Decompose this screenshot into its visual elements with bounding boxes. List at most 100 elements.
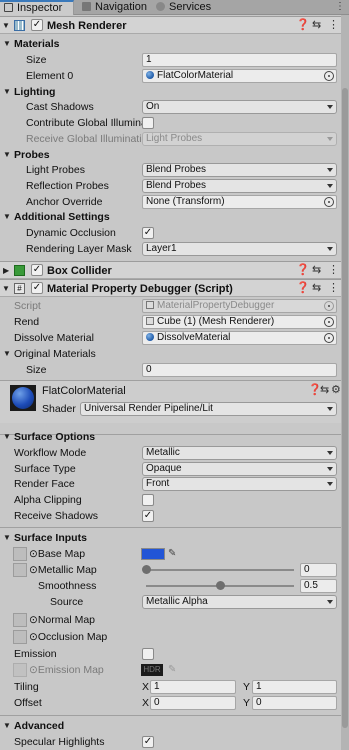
material-name: FlatColorMaterial [42,385,126,397]
y-label: Y [243,697,251,709]
advanced-foldout[interactable]: ▼ Advanced [0,718,341,734]
additional-settings-foldout[interactable]: ▼ Additional Settings [0,209,341,225]
alpha-clipping-checkbox[interactable] [142,494,154,506]
scrollbar[interactable] [341,15,349,750]
normal-map-texture-slot[interactable] [13,613,27,627]
chevron-down-icon [327,407,333,411]
metallic-slider-track[interactable] [146,569,294,571]
specular-highlights-label: Specular Highlights [14,736,105,748]
cast-shadows-row: Cast Shadows On [0,99,341,115]
foldout-arrow-icon[interactable]: ▼ [3,147,11,163]
dissolve-material-field[interactable]: DissolveMaterial [142,331,337,345]
offset-y-field[interactable]: 0 [252,696,337,710]
base-map-texture-slot[interactable] [13,547,27,561]
mesh-renderer-enabled-checkbox[interactable]: ✓ [31,19,43,31]
context-menu-icon[interactable]: ⋮ [328,19,339,32]
source-dropdown[interactable]: Metallic Alpha [142,595,337,609]
context-menu-icon[interactable]: ⋮ [328,264,339,277]
gear-icon[interactable]: ⚙ [331,384,341,397]
mesh-renderer-icon [14,20,25,31]
chevron-down-icon [327,168,333,172]
tab-menu-icon[interactable]: ⋮ [335,0,345,14]
light-probes-dropdown[interactable]: Blend Probes [142,163,337,177]
picker-dot-icon: ⊙ [29,548,38,560]
preset-icon[interactable]: ⇆ [312,19,321,32]
surface-type-dropdown[interactable]: Opaque [142,462,337,476]
foldout-arrow-icon[interactable]: ▼ [3,346,11,362]
context-menu-icon[interactable]: ⋮ [328,282,339,295]
workflow-mode-dropdown[interactable]: Metallic [142,446,337,460]
preset-icon[interactable]: ⇆ [312,282,321,295]
help-icon[interactable]: ❓ [296,282,310,295]
box-collider-enabled-checkbox[interactable]: ✓ [31,264,43,276]
tab-navigation[interactable]: Navigation [78,0,150,15]
specular-highlights-checkbox[interactable]: ✓ [142,736,154,748]
mesh-renderer-header[interactable]: ▼ ✓ Mesh Renderer ❓ ⇆ ⋮ [0,16,341,34]
object-picker-icon[interactable] [324,317,334,327]
rend-field[interactable]: Cube (1) (Mesh Renderer) [142,315,337,329]
tiling-y-field[interactable]: 1 [252,680,337,694]
script-file-icon [146,301,154,309]
metallic-slider-knob[interactable] [142,565,151,574]
anchor-override-field[interactable]: None (Transform) [142,195,337,209]
foldout-arrow-icon[interactable]: ▼ [2,284,10,293]
materials-foldout[interactable]: ▼ Materials [0,36,341,52]
picker-dot-icon: ⊙ [29,564,38,576]
preset-icon[interactable]: ⇆ [320,384,329,397]
materials-size-field[interactable]: 1 [142,53,337,67]
render-face-dropdown[interactable]: Front [142,477,337,491]
debugger-header[interactable]: ▼ # ✓ Material Property Debugger (Script… [0,279,341,297]
inspector-panel: ▼ ✓ Mesh Renderer ❓ ⇆ ⋮ ▼ Materials Size… [0,15,341,750]
foldout-arrow-icon[interactable]: ▼ [3,718,11,734]
scrollbar-thumb[interactable] [342,88,348,728]
foldout-arrow-icon[interactable]: ▼ [2,21,10,30]
help-icon[interactable]: ❓ [296,264,310,277]
divider [0,715,341,716]
reflection-probes-dropdown[interactable]: Blend Probes [142,179,337,193]
help-icon[interactable]: ❓ [296,19,310,32]
original-size-field[interactable]: 0 [142,363,337,377]
dynamic-occlusion-checkbox[interactable]: ✓ [142,227,154,239]
foldout-arrow-icon[interactable]: ▼ [3,530,11,546]
emission-row: Emission [0,646,341,662]
occlusion-map-label: ⊙Occlusion Map [29,631,108,643]
contribute-gi-checkbox[interactable] [142,117,154,129]
preset-icon[interactable]: ⇆ [312,264,321,277]
probes-foldout[interactable]: ▼ Probes [0,147,341,163]
surface-options-foldout[interactable]: ▼ Surface Options [0,429,341,445]
foldout-arrow-icon[interactable]: ▶ [3,266,9,275]
tab-services[interactable]: Services [152,0,212,15]
base-color-swatch[interactable] [141,548,165,560]
shader-dropdown[interactable]: Universal Render Pipeline/Lit [80,402,337,416]
metallic-map-texture-slot[interactable] [13,563,27,577]
smoothness-row: Smoothness 0.5 [0,578,341,594]
foldout-arrow-icon[interactable]: ▼ [3,36,11,52]
rendering-layer-mask-dropdown[interactable]: Layer1 [142,242,337,256]
smoothness-value-field[interactable]: 0.5 [300,579,337,593]
render-face-label: Render Face [14,478,75,490]
smoothness-slider-knob[interactable] [216,581,225,590]
tab-bar: Inspector Navigation Services ⋮ [0,0,349,15]
surface-inputs-foldout[interactable]: ▼ Surface Inputs [0,530,341,546]
foldout-arrow-icon[interactable]: ▼ [3,84,11,100]
emission-checkbox[interactable] [142,648,154,660]
debugger-enabled-checkbox[interactable]: ✓ [31,282,43,294]
receive-shadows-checkbox[interactable]: ✓ [142,510,154,522]
lighting-foldout[interactable]: ▼ Lighting [0,84,341,100]
offset-x-field[interactable]: 0 [150,696,236,710]
foldout-arrow-icon[interactable]: ▼ [3,429,11,445]
original-materials-foldout[interactable]: ▼ Original Materials [0,346,341,362]
eyedropper-icon[interactable]: ✎ [168,548,178,559]
box-collider-header[interactable]: ▶ ✓ Box Collider ❓ ⇆ ⋮ [0,261,341,279]
occlusion-map-texture-slot[interactable] [13,630,27,644]
tiling-x-field[interactable]: 1 [150,680,236,694]
element0-object-field[interactable]: FlatColorMaterial [142,69,337,83]
cast-shadows-dropdown[interactable]: On [142,100,337,114]
object-picker-icon[interactable] [324,71,334,81]
object-picker-icon[interactable] [324,333,334,343]
foldout-arrow-icon[interactable]: ▼ [3,209,11,225]
object-picker-icon[interactable] [324,197,334,207]
metallic-value-field[interactable]: 0 [300,563,337,577]
offset-label: Offset [14,697,42,709]
tab-inspector[interactable]: Inspector [0,0,74,15]
